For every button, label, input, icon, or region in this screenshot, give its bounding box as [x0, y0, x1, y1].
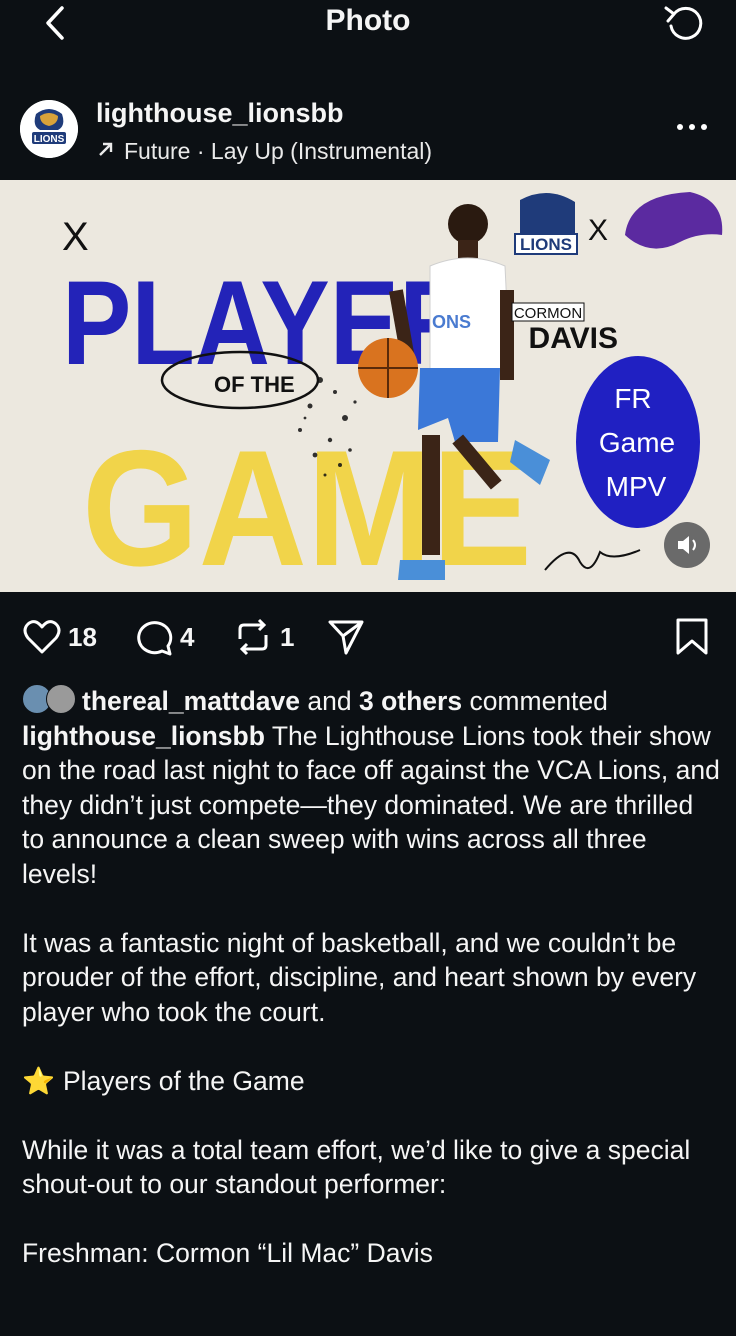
lions-logo-icon: LIONS: [20, 100, 78, 158]
player-of-the-game-graphic: GAME PLAYER X OF THE ONS LIONS X CORMON …: [0, 180, 736, 592]
heart-icon: [23, 620, 61, 654]
caption-paragraph-1: lighthouse_lionsbb The Lighthouse Lions …: [22, 720, 720, 889]
svg-text:LIONS: LIONS: [34, 134, 65, 145]
caption: thereal_mattdave and 3 others commented …: [22, 684, 722, 1271]
caption-heading: ⭐ Players of the Game: [22, 1065, 305, 1096]
share-button[interactable]: [326, 614, 366, 660]
caption-paragraph-4: While it was a total team effort, we’d l…: [22, 1134, 691, 1200]
name-last: DAVIS: [529, 322, 618, 355]
refresh-button[interactable]: [662, 2, 706, 44]
mute-button[interactable]: [664, 522, 710, 568]
caption-username[interactable]: lighthouse_lionsbb: [22, 721, 265, 751]
more-options-button[interactable]: [672, 112, 712, 142]
audio-track-label: Future · Lay Up (Instrumental): [124, 138, 433, 164]
top-bar: Photo: [0, 0, 736, 80]
audio-arrow-icon: [96, 138, 116, 165]
post-header: LIONS lighthouse_lionsbb Future · Lay Up…: [0, 88, 736, 178]
post-image[interactable]: GAME PLAYER X OF THE ONS LIONS X CORMON …: [0, 180, 736, 592]
page-title: Photo: [325, 4, 411, 37]
username[interactable]: lighthouse_lionsbb: [96, 98, 344, 129]
share-icon: [328, 620, 364, 655]
versus-x: X: [588, 214, 608, 247]
more-icon: [677, 124, 707, 130]
lions-logo: LIONS: [514, 192, 578, 255]
badge-line-3: MPV: [606, 471, 667, 502]
action-bar: 18 4 1: [0, 604, 736, 674]
svg-text:ONS: ONS: [432, 312, 471, 332]
bookmark-icon: [676, 618, 708, 655]
x-mark: X: [62, 215, 89, 259]
star-icon: ⭐: [22, 1065, 55, 1096]
volume-icon: [678, 536, 696, 554]
comment-button[interactable]: 4: [134, 614, 194, 660]
commenter-avatars: [22, 684, 82, 714]
repost-button[interactable]: 1: [232, 614, 294, 660]
comment-count: 4: [180, 621, 195, 652]
svg-text:LIONS: LIONS: [520, 235, 572, 254]
commenters-line[interactable]: thereal_mattdave and 3 others commented: [22, 684, 722, 719]
repost-icon: [238, 618, 268, 656]
of-the-text: OF THE: [214, 372, 295, 397]
audio-track[interactable]: Future · Lay Up (Instrumental): [96, 138, 432, 165]
badge-line-1: FR: [614, 383, 651, 414]
save-button[interactable]: [674, 614, 710, 660]
name-first: CORMON: [514, 305, 582, 322]
avatar[interactable]: LIONS: [20, 100, 78, 158]
commenter-username[interactable]: thereal_mattdave: [82, 686, 300, 716]
repost-count: 1: [280, 621, 295, 652]
refresh-icon: [664, 6, 703, 40]
caption-paragraph-5: Freshman: Cormon “Lil Mac” Davis: [22, 1238, 433, 1268]
other-commenters[interactable]: 3 others: [359, 686, 462, 716]
caption-paragraph-2: It was a fantastic night of basketball, …: [22, 927, 697, 1027]
badge-line-2: Game: [599, 427, 675, 458]
like-count: 18: [68, 621, 97, 652]
like-button[interactable]: 18: [22, 614, 97, 660]
comment-icon: [137, 621, 173, 656]
